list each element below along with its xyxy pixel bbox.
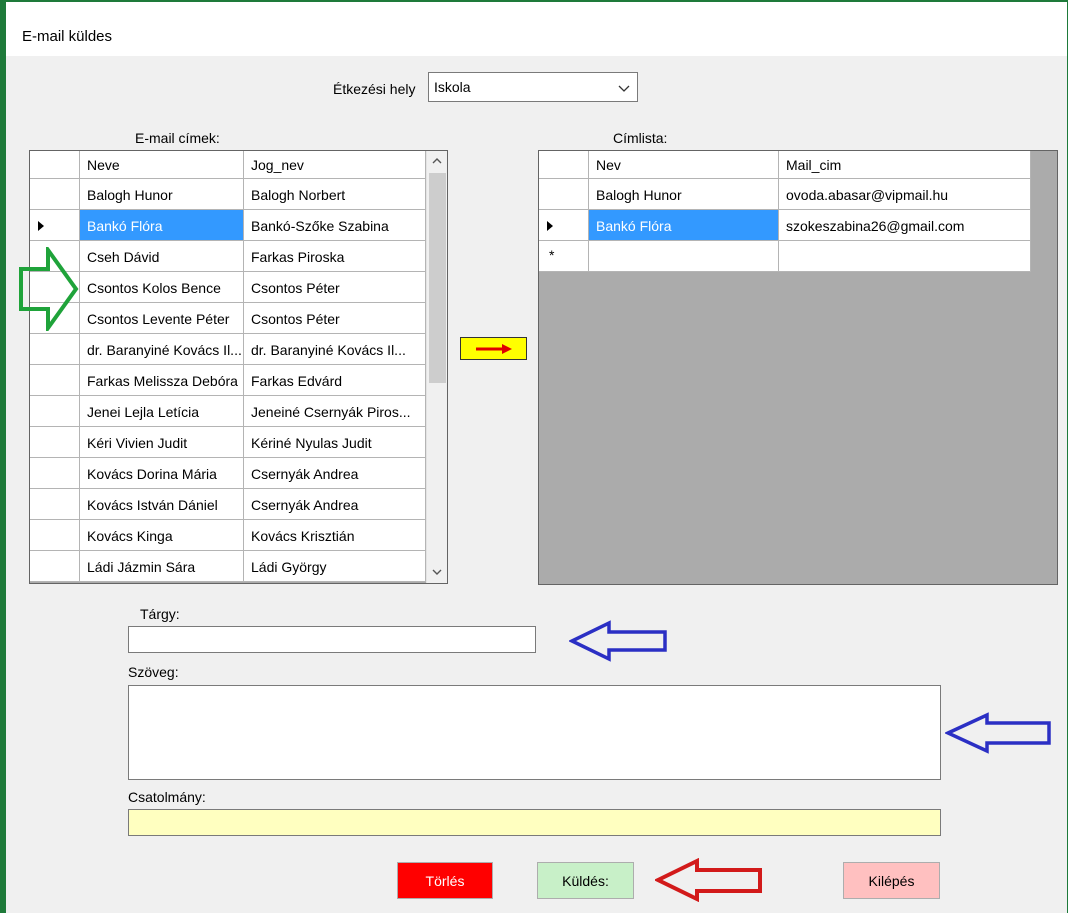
row-header[interactable] (30, 489, 80, 520)
subject-label: Tárgy: (140, 606, 180, 622)
cell-nev[interactable]: Balogh Hunor (589, 179, 779, 210)
email-list-label: E-mail címek: (135, 130, 220, 146)
cell-neve[interactable]: Kovács István Dániel (80, 489, 244, 520)
cell-jog-nev[interactable]: Csernyák Andrea (244, 489, 426, 520)
exit-button[interactable]: Kilépés (843, 862, 940, 899)
cell-jog-nev[interactable]: Balogh Norbert (244, 179, 426, 210)
blue-arrow-icon (569, 620, 667, 662)
cell-jog-nev[interactable]: Jeneiné Csernyák Piros... (244, 396, 426, 427)
cell-nev[interactable]: Bankó Flóra (589, 210, 779, 241)
address-list-label: Címlista: (613, 130, 668, 146)
scroll-down-icon[interactable] (431, 567, 443, 577)
row-header[interactable] (30, 458, 80, 489)
row-header[interactable] (30, 334, 80, 365)
location-label: Étkezési hely (333, 81, 416, 97)
cell-mail-cim[interactable]: ovoda.abasar@vipmail.hu (779, 179, 1031, 210)
row-header-corner (30, 151, 80, 179)
cell-neve[interactable]: Bankó Flóra (80, 210, 244, 241)
cell-jog-nev[interactable]: Ládi György (244, 551, 426, 582)
body-label: Szöveg: (128, 664, 179, 680)
right-arrow-icon (476, 344, 512, 354)
cell-neve[interactable]: dr. Baranyiné Kovács Il... (80, 334, 244, 365)
transfer-button[interactable] (460, 337, 527, 360)
location-select[interactable]: Iskola (428, 72, 638, 102)
cell-neve[interactable]: Csontos Levente Péter (80, 303, 244, 334)
row-header[interactable] (539, 179, 589, 210)
email-list-scrollbar[interactable] (426, 151, 447, 583)
cell-mail-cim[interactable] (779, 241, 1031, 272)
window-title: E-mail küldes (22, 28, 113, 45)
column-header-nev[interactable]: Nev (589, 151, 779, 179)
address-list-grid[interactable]: Nev Mail_cim Balogh Hunor ovoda.abasar@vi… (538, 150, 1058, 585)
cell-jog-nev[interactable]: dr. Baranyiné Kovács Il... (244, 334, 426, 365)
cell-nev[interactable] (589, 241, 779, 272)
subject-input[interactable] (128, 626, 536, 653)
blue-arrow-icon (945, 712, 1051, 754)
current-row-icon (547, 221, 553, 231)
cell-neve[interactable]: Farkas Melissza Debóra (80, 365, 244, 396)
row-header[interactable]: * (539, 241, 589, 272)
column-header-jog-nev[interactable]: Jog_nev (244, 151, 426, 179)
cell-jog-nev[interactable]: Csontos Péter (244, 272, 426, 303)
cell-jog-nev[interactable]: Kovács Krisztián (244, 520, 426, 551)
cell-jog-nev[interactable]: Bankó-Szőke Szabina (244, 210, 426, 241)
attachment-input[interactable] (128, 809, 941, 836)
red-arrow-icon (655, 858, 762, 902)
column-header-mail-cim[interactable]: Mail_cim (779, 151, 1031, 179)
chevron-down-icon (618, 85, 630, 92)
cell-mail-cim[interactable]: szokeszabina26@gmail.com (779, 210, 1031, 241)
cell-neve[interactable]: Kovács Dorina Mária (80, 458, 244, 489)
attachment-label: Csatolmány: (128, 789, 206, 805)
cell-jog-nev[interactable]: Csontos Péter (244, 303, 426, 334)
cell-neve[interactable]: Ládi Jázmin Sára (80, 551, 244, 582)
cell-jog-nev[interactable]: Kériné Nyulas Judit (244, 427, 426, 458)
row-header[interactable] (539, 210, 589, 241)
row-header[interactable] (30, 551, 80, 582)
row-header[interactable] (30, 179, 80, 210)
cell-neve[interactable]: Cseh Dávid (80, 241, 244, 272)
email-list-grid[interactable]: Neve Jog_nev Balogh Hunor Balogh Norbert B… (29, 150, 448, 584)
row-header[interactable] (30, 365, 80, 396)
cell-jog-nev[interactable]: Farkas Edvárd (244, 365, 426, 396)
title-bar: E-mail küldes (6, 2, 1067, 56)
row-header[interactable] (30, 520, 80, 551)
scroll-up-icon[interactable] (431, 156, 443, 166)
cell-neve[interactable]: Csontos Kolos Bence (80, 272, 244, 303)
send-button[interactable]: Küldés: (537, 862, 634, 899)
delete-button[interactable]: Törlés (397, 862, 493, 899)
cell-jog-nev[interactable]: Farkas Piroska (244, 241, 426, 272)
row-header[interactable] (30, 427, 80, 458)
current-row-icon (38, 221, 44, 231)
scroll-thumb[interactable] (429, 173, 446, 383)
body-textarea[interactable] (128, 685, 941, 780)
cell-neve[interactable]: Jenei Lejla Letícia (80, 396, 244, 427)
row-header-corner (539, 151, 589, 179)
location-value: Iskola (434, 79, 471, 95)
cell-jog-nev[interactable]: Csernyák Andrea (244, 458, 426, 489)
cell-neve[interactable]: Kovács Kinga (80, 520, 244, 551)
column-header-neve[interactable]: Neve (80, 151, 244, 179)
cell-neve[interactable]: Kéri Vivien Judit (80, 427, 244, 458)
row-header[interactable] (30, 210, 80, 241)
cell-neve[interactable]: Balogh Hunor (80, 179, 244, 210)
row-header[interactable] (30, 396, 80, 427)
new-row-icon: * (549, 247, 555, 263)
green-arrow-icon (19, 247, 79, 331)
